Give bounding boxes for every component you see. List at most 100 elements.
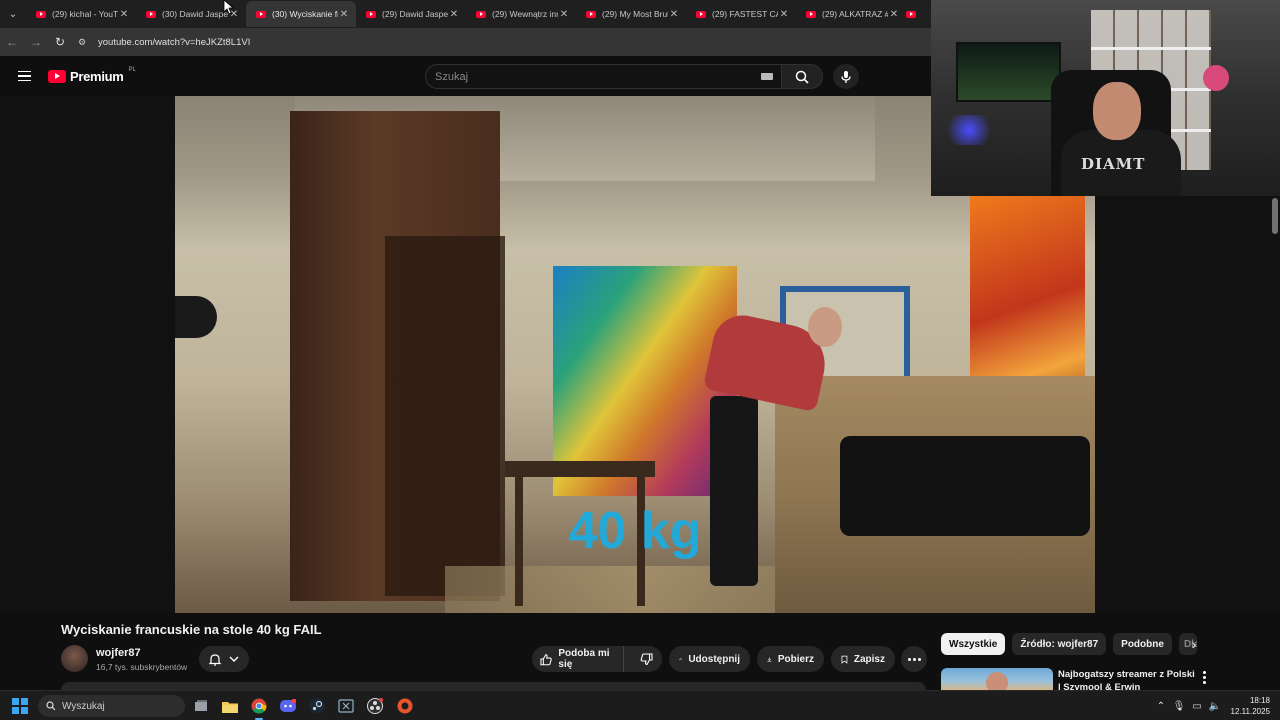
clock-time: 18:18	[1249, 696, 1270, 705]
thumbs-down-icon	[640, 652, 653, 665]
search-placeholder: Szukaj	[435, 70, 469, 83]
webcam-shirt-text: DIAMT	[1081, 155, 1146, 173]
thumbs-up-icon	[540, 653, 552, 665]
game-launcher-icon[interactable]	[395, 696, 415, 716]
youtube-favicon-icon	[586, 10, 596, 18]
tab-label: (30) Wyciskanie francuskie	[272, 9, 338, 19]
recommendation-title[interactable]: Najbogatszy streamer z Polski | Szymool …	[1058, 668, 1198, 690]
youtube-favicon-icon	[36, 10, 46, 18]
steam-icon[interactable]	[307, 696, 327, 716]
browser-tab-strip: ⌄ (29) kichal - YouTube ✕ (30) Dawid Jas…	[0, 0, 931, 28]
obs-icon[interactable]	[365, 696, 385, 716]
tab-close-icon[interactable]: ✕	[778, 9, 790, 20]
logo-region: PL	[128, 67, 136, 73]
tab-close-icon[interactable]: ✕	[448, 9, 460, 20]
webcam-scene-aquarium	[956, 42, 1061, 102]
logo-text: Premium	[70, 68, 124, 84]
browser-tab[interactable]: (29) ALKATRAZ #1 ✕	[796, 1, 906, 27]
url-field[interactable]: ⚙ youtube.com/watch?v=heJKZt8L1VI	[78, 31, 925, 53]
tab-close-icon[interactable]: ✕	[888, 9, 900, 20]
youtube-favicon-icon	[146, 10, 156, 18]
browser-tab[interactable]: (29) FASTEST CAR ✕	[686, 1, 796, 27]
tab-close-icon[interactable]: ✕	[558, 9, 570, 20]
mouse-cursor-icon	[223, 0, 233, 15]
browser-tab[interactable]: (29) kichal - YouTube ✕	[26, 1, 136, 27]
browser-tab[interactable]: (29) Dawid Jasper ✕	[356, 1, 466, 27]
dislike-button[interactable]	[630, 652, 662, 666]
chip-all[interactable]: Wszystkie	[941, 633, 1006, 655]
chevron-up-icon[interactable]: ⌃	[1152, 701, 1170, 712]
like-button[interactable]: Podoba mi się	[532, 646, 624, 672]
description-box[interactable]	[61, 682, 926, 690]
tab-search-chevron-icon[interactable]: ⌄	[0, 1, 26, 27]
download-label: Pobierz	[777, 653, 814, 665]
keyboard-icon[interactable]	[761, 73, 773, 80]
clock-date: 12.11.2025	[1230, 707, 1270, 716]
youtube-header: Premium PL Szukaj	[0, 56, 931, 96]
chip-source[interactable]: Źródło: wojfer87	[1012, 633, 1107, 655]
tab-close-icon[interactable]: ✕	[668, 9, 680, 20]
download-button[interactable]: Pobierz	[757, 646, 824, 672]
tab-label: (29) My Most Brutal	[602, 9, 668, 19]
chip-related[interactable]: Podobne	[1113, 633, 1172, 655]
search-button[interactable]	[781, 64, 823, 89]
screen: ⌄ (29) kichal - YouTube ✕ (30) Dawid Jas…	[0, 0, 1280, 720]
save-label: Zapisz	[853, 653, 885, 665]
windows-start-icon[interactable]	[12, 698, 28, 714]
share-button[interactable]: Udostępnij	[669, 646, 750, 672]
channel-row: wojfer87 16,7 tys. subskrybentów Podoba …	[61, 645, 931, 673]
video-title: Wyciskanie francuskie na stole 40 kg FAI…	[61, 622, 322, 637]
browser-tab[interactable]: (29) Wewnątrz inne ✕	[466, 1, 576, 27]
search-input[interactable]: Szukaj	[425, 64, 781, 89]
reload-icon[interactable]: ↻	[48, 35, 72, 49]
webcam-scene-face	[1093, 82, 1141, 140]
file-explorer-icon[interactable]	[220, 696, 240, 716]
channel-avatar[interactable]	[61, 645, 88, 672]
save-button[interactable]: Zapisz	[831, 646, 895, 672]
recommendation-menu-icon[interactable]	[1198, 668, 1210, 684]
share-label: Udostępnij	[688, 653, 740, 665]
youtube-premium-logo[interactable]: Premium PL	[48, 67, 136, 84]
taskbar-clock[interactable]: 18:18 12.11.2025	[1224, 695, 1280, 717]
youtube-play-logo-icon	[48, 69, 66, 83]
more-actions-button[interactable]	[901, 646, 927, 672]
address-bar-row: ← → ↻ ⚙ youtube.com/watch?v=heJKZt8L1VI	[0, 28, 931, 56]
subscriber-count: 16,7 tys. subskrybentów	[96, 662, 188, 672]
tab-close-icon[interactable]: ✕	[118, 9, 130, 20]
bookmark-icon	[841, 655, 848, 664]
browser-tab-active[interactable]: (30) Wyciskanie francuskie ✕	[246, 1, 356, 27]
microphone-icon[interactable]: 🎙	[1170, 701, 1188, 712]
browser-tab[interactable]: (29) My Most Brutal ✕	[576, 1, 686, 27]
scrollbar-thumb[interactable]	[1272, 198, 1278, 234]
download-icon	[767, 656, 772, 662]
browser-tab-partial[interactable]	[906, 1, 920, 27]
search-icon	[795, 70, 809, 84]
taskbar-search-input[interactable]: Wyszukaj	[38, 695, 185, 717]
recommendation-thumbnail[interactable]	[941, 668, 1053, 690]
task-view-icon[interactable]	[191, 696, 211, 716]
chrome-icon[interactable]	[249, 696, 269, 720]
volume-icon[interactable]: 🔈	[1206, 701, 1224, 712]
back-arrow-icon[interactable]: ←	[0, 35, 24, 49]
tab-label: (29) Wewnątrz inne	[492, 9, 558, 19]
taskbar-search-placeholder: Wyszukaj	[62, 700, 105, 712]
menu-hamburger-icon[interactable]	[0, 70, 48, 82]
tab-label: (29) ALKATRAZ #1	[822, 9, 888, 19]
site-settings-icon[interactable]: ⚙	[78, 37, 92, 47]
windows-taskbar: Wyszukaj ⌃ 🎙 ▭ 🔈 18:18 12.11.2025	[0, 690, 1280, 720]
voice-search-button[interactable]	[833, 64, 859, 89]
network-icon[interactable]: ▭	[1188, 701, 1206, 712]
tab-close-icon[interactable]: ✕	[338, 9, 350, 20]
youtube-favicon-icon	[806, 10, 816, 18]
forward-arrow-icon[interactable]: →	[24, 35, 48, 49]
notification-bell-button[interactable]	[199, 646, 249, 672]
xbox-app-icon[interactable]	[336, 696, 356, 716]
url-text: youtube.com/watch?v=heJKZt8L1VI	[98, 36, 251, 48]
channel-name[interactable]: wojfer87	[96, 647, 141, 659]
system-tray: ⌃ 🎙 ▭ 🔈 18:18 12.11.2025	[1152, 691, 1280, 720]
discord-icon[interactable]	[278, 696, 298, 716]
video-scene-table	[505, 461, 655, 477]
chevron-right-icon[interactable]: ›	[1183, 633, 1205, 655]
page-scrollbar[interactable]	[1270, 196, 1280, 688]
like-label: Podoba mi się	[558, 648, 610, 670]
